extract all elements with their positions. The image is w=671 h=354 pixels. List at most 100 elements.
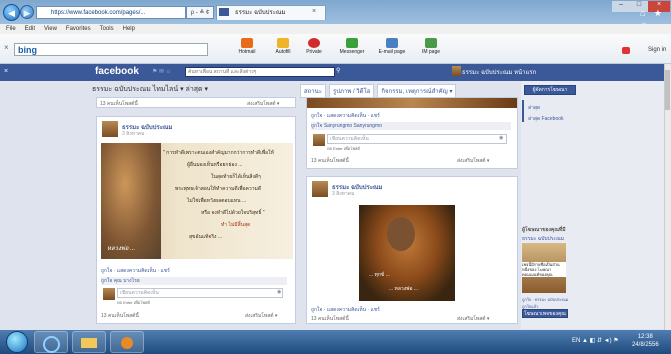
comment-input[interactable]: เขียนความคิดเห็น (117, 288, 283, 298)
menu-bar: File Edit View Favorites Tools Help (0, 24, 671, 34)
ie-taskbar-button[interactable] (34, 331, 68, 353)
views-count: 13 คนเห็นโพสต์นี้ (311, 158, 349, 164)
address-bar[interactable]: https://www.facebook.com/pages/... (36, 6, 186, 19)
signature: หลวงพ่อ ... (107, 246, 136, 252)
scrollbar-thumb[interactable] (665, 70, 670, 110)
promote-button[interactable]: ส่งเสริมโพสต์ ▾ (247, 100, 279, 108)
promo-text: เพจนี้มีรายชื่อเป็นส่วนหนึ่งของ โฆษณา คอ… (522, 262, 566, 277)
minimize-button[interactable]: – (612, 1, 630, 12)
messenger-button[interactable]: Messenger (331, 38, 373, 55)
image-caption: ... ทุกข์ ... (369, 272, 390, 278)
post-footer-strip: 13 คนเห็นโพสต์นี้ ส่งเสริมโพสต์ ▾ (96, 97, 296, 108)
promote-button[interactable]: ส่งเสริมโพสต์ ▾ (245, 312, 277, 320)
shield-icon (622, 47, 630, 54)
menu-file[interactable]: File (6, 26, 16, 32)
hotmail-icon (241, 38, 253, 48)
ie-icon (42, 336, 60, 353)
facebook-logo[interactable]: facebook (95, 66, 139, 77)
comment-hint: กด Enter เพื่อโพสต์ (117, 300, 151, 305)
sidebar-close-icon[interactable]: × (4, 68, 8, 75)
sidebar-item-facebook[interactable]: ล่าสุด Facebook (528, 115, 564, 123)
private-button[interactable]: Private (293, 38, 335, 55)
signin-link[interactable]: Sign in (648, 47, 666, 53)
quote-line: พระพุทธเจ้าสอนให้ทำความดีเพื่อความดี (175, 186, 262, 192)
sidebar-item-recent[interactable]: ล่าสุด (528, 104, 540, 112)
promote-button[interactable]: ส่งเสริมโพสต์ ▾ (457, 315, 489, 323)
folder-icon (81, 338, 97, 348)
quote-line: " การทำดีเพราะตนเองสำคัญมากกว่าการทำดีเพ… (163, 150, 274, 156)
sidebar-divider (522, 100, 524, 122)
tab-facebook[interactable]: ธรรมะ ฉบับประณม (216, 5, 326, 20)
promo-title: ผู้โฆษณาของคุณที่มี (522, 227, 566, 233)
views-count: 13 คนเห็นโพสต์นี้ (101, 313, 139, 319)
user-name[interactable]: ธรรมะ ฉบับประณม หน้าแรก (462, 67, 536, 77)
menu-help[interactable]: Help (123, 26, 135, 32)
im-icon (425, 38, 437, 48)
comment-input[interactable]: เขียนความคิดเห็น (327, 134, 507, 144)
menu-view[interactable]: View (44, 26, 57, 32)
facebook-favicon-icon (219, 8, 229, 16)
post-likes[interactable]: ถูกใจ คุณ บางไรย (101, 277, 287, 285)
monk-photo[interactable]: ... ทุกข์ ... ... หลวงพ่อ ... (359, 205, 455, 301)
explorer-taskbar-button[interactable] (72, 331, 106, 353)
menu-tools[interactable]: Tools (100, 26, 114, 32)
avatar[interactable] (312, 181, 328, 197)
start-button[interactable] (6, 331, 28, 353)
back-button[interactable]: ◀ (3, 4, 20, 21)
forward-button[interactable]: ▶ (20, 5, 34, 19)
menu-edit[interactable]: Edit (25, 26, 35, 32)
ad-manager-button[interactable]: ผู้จัดการโฆษณา (524, 85, 576, 95)
image-caption: ... หลวงพ่อ ... (389, 286, 419, 292)
views-count: 13 คนเห็นโพสต์นี้ (311, 316, 349, 322)
event-tab[interactable]: กิจกรรม, เหตุการณ์สำคัญ ▾ (377, 84, 457, 98)
quote-line: ไม่ใช่เพื่อหวังผลตอบแทน ... (187, 198, 247, 204)
post-image[interactable]: " การทำดีเพราะตนเองสำคัญมากกว่าการทำดีเพ… (101, 143, 293, 259)
address-controls[interactable]: ρ - ≙ ¢ (186, 6, 214, 19)
media-taskbar-button[interactable] (110, 331, 144, 353)
camera-icon[interactable]: ◉ (499, 135, 503, 141)
tab-close-icon[interactable]: × (312, 5, 316, 19)
views-count: 13 คนเห็นโพสต์นี้ (100, 101, 138, 107)
bing-search-input[interactable]: bing (14, 43, 208, 56)
facebook-search-input[interactable]: ค้นหาเพื่อน สถานที่ และสิ่งต่างๆ (185, 67, 335, 77)
promo-page-link[interactable]: ธรรมะ ฉบับประณม (522, 235, 564, 243)
post-actions[interactable]: ถูกใจ · แสดงความคิดเห็น · แชร์ (311, 306, 380, 314)
promo-like[interactable]: ถูกใจ · ธรรมะ ฉบับประณม ถูกใจแล้ว (522, 296, 572, 310)
private-icon (308, 38, 320, 48)
status-tab[interactable]: สถานะ (300, 84, 326, 98)
bing-close-icon[interactable]: × (4, 43, 9, 52)
email-icon (386, 38, 398, 48)
autofill-icon (277, 38, 289, 48)
camera-icon[interactable]: ◉ (277, 289, 281, 295)
avatar (103, 288, 115, 300)
menu-favorites[interactable]: Favorites (66, 26, 91, 32)
face-shape (387, 217, 415, 251)
photo-video-tab[interactable]: รูปภาพ / วิดีโอ (329, 84, 375, 98)
post-date[interactable]: 3 สิงหาคม (122, 130, 144, 138)
post-date[interactable]: 3 สิงหาคม (332, 190, 354, 198)
post-image-bottom (307, 98, 517, 108)
system-tray[interactable]: EN ▲ ◧ ⇵ ◄) ⚑ (572, 337, 619, 344)
avatar[interactable] (452, 66, 461, 76)
promote-page-button[interactable]: โฆษณาเพจของคุณ (522, 309, 568, 318)
email-page-button[interactable]: E-mail page (371, 38, 413, 55)
quote-line: ในสุดท้ายก็ได้เห็นสิ่งดีๆ (211, 174, 261, 180)
post-likes[interactable]: ถูกใจ Sanyrungmo Sanyrungmo (311, 122, 511, 130)
search-icon[interactable]: ⚲ (336, 67, 340, 74)
post-card-left: ธรรมะ ฉบับประณม 3 สิงหาคม " การทำดีเพราะ… (96, 116, 296, 324)
composer-actions: สถานะ รูปภาพ / วิดีโอ กิจกรรม, เหตุการณ์สำ… (300, 84, 520, 98)
im-page-button[interactable]: IM page (410, 38, 452, 55)
clock[interactable]: 12:38 24/8/2556 (632, 333, 659, 349)
promote-button[interactable]: ส่งเสริมโพสต์ ▾ (457, 157, 489, 165)
post-actions[interactable]: ถูกใจ · แสดงความคิดเห็น · แชร์ (311, 112, 380, 120)
clock-time: 12:38 (637, 334, 653, 340)
comment-hint: กด Enter เพื่อโพสต์ (327, 146, 361, 151)
clock-date: 24/8/2556 (632, 342, 659, 348)
quote-line: สุขอันแท้จริง ... (189, 234, 223, 240)
messenger-icon (346, 38, 358, 48)
avatar[interactable] (102, 121, 118, 137)
page-title[interactable]: ธรรมะ ฉบับประณม ไทมไลน์ ▾ ล่าสุด ▾ (92, 84, 208, 95)
post-card-mid: ธรรมะ ฉบับประณม 3 สิงหาคม ... ทุกข์ ... … (306, 176, 518, 324)
post-actions[interactable]: ถูกใจ · แสดงความคิดเห็น · แชร์ (101, 267, 170, 275)
notification-icons[interactable]: ⚑ ✉ ☼ (152, 68, 182, 76)
